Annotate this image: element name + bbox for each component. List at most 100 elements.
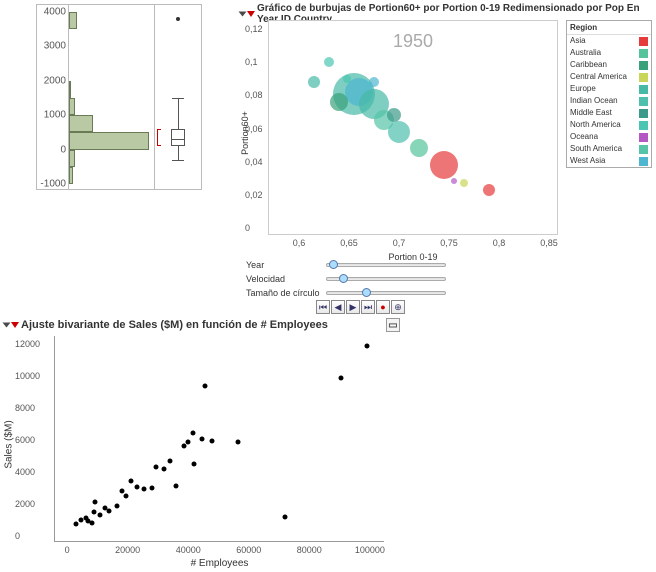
hist-ytick: 0	[60, 144, 66, 155]
scatter-header: Ajuste bivariante de Sales ($M) en funci…	[2, 316, 402, 334]
boxplot-area	[155, 5, 201, 189]
scatter-point[interactable]	[134, 484, 139, 489]
legend-row[interactable]: Caribbean	[567, 59, 651, 71]
bubble-ytick: 0,12	[245, 24, 263, 34]
scatter-point[interactable]	[174, 484, 179, 489]
scatter-point[interactable]	[181, 444, 186, 449]
scatter-point[interactable]	[210, 438, 215, 443]
scatter-plot-area[interactable]: # Employees Sales ($M) 02000040000600008…	[54, 336, 384, 542]
scatter-point[interactable]	[154, 464, 159, 469]
scatter-point[interactable]	[149, 485, 154, 490]
scatter-point[interactable]	[142, 486, 147, 491]
menu-icon[interactable]	[247, 11, 255, 17]
whisker-cap	[172, 98, 184, 99]
transport-button[interactable]: ●	[376, 300, 390, 314]
legend-row[interactable]: Asia	[567, 35, 651, 47]
transport-button[interactable]: ⊕	[391, 300, 405, 314]
transport-button[interactable]: ⏮	[316, 300, 330, 314]
scatter-point[interactable]	[161, 466, 166, 471]
scatter-point[interactable]	[364, 343, 369, 348]
scatter-point[interactable]	[128, 478, 133, 483]
scatter-point[interactable]	[119, 488, 124, 493]
bubble-point[interactable]	[308, 76, 320, 88]
scatter-point[interactable]	[190, 430, 195, 435]
scatter-point[interactable]	[98, 512, 103, 517]
transport-button[interactable]: ▶	[346, 300, 360, 314]
legend-label: West Asia	[570, 155, 605, 167]
legend-row[interactable]: Oceana	[567, 131, 651, 143]
bubble-point[interactable]	[387, 108, 401, 122]
transport-controls: ⏮◀▶⏭●⊕	[316, 300, 405, 314]
legend-row[interactable]: North America	[567, 119, 651, 131]
bubble-sliders: YearVelocidadTamaño de círculo	[246, 258, 446, 300]
scatter-point[interactable]	[107, 508, 112, 513]
slider-thumb[interactable]	[362, 288, 371, 297]
scatter-ytick: 8000	[15, 403, 35, 413]
legend-swatch	[639, 109, 648, 118]
legend-row[interactable]: Indian Ocean	[567, 95, 651, 107]
bracket	[157, 129, 161, 146]
median-line	[171, 139, 185, 140]
hist-bar	[69, 98, 75, 115]
histogram-boxplot-panel: -100001000200030004000	[36, 4, 202, 190]
transport-button[interactable]: ◀	[331, 300, 345, 314]
scatter-point[interactable]	[124, 493, 129, 498]
legend-row[interactable]: South America	[567, 143, 651, 155]
hist-ytick: -1000	[40, 179, 66, 190]
scatter-ytick: 4000	[15, 467, 35, 477]
menu-icon[interactable]	[11, 322, 19, 328]
slider-track[interactable]	[326, 277, 446, 281]
scatter-title: Ajuste bivariante de Sales ($M) en funci…	[21, 319, 328, 331]
bubble-point[interactable]	[460, 179, 468, 187]
scatter-point[interactable]	[92, 500, 97, 505]
hist-bar	[69, 132, 149, 149]
bubble-point[interactable]	[451, 178, 457, 184]
legend-swatch	[639, 157, 648, 166]
legend-row[interactable]: Central America	[567, 71, 651, 83]
scatter-point[interactable]	[283, 515, 288, 520]
config-icon[interactable]: ▭	[386, 318, 400, 332]
bubble-point[interactable]	[330, 93, 348, 111]
whisker	[178, 146, 179, 160]
bubble-point[interactable]	[483, 184, 495, 196]
legend-swatch	[639, 121, 648, 130]
scatter-point[interactable]	[199, 437, 204, 442]
bubble-point[interactable]	[430, 151, 458, 179]
slider-track[interactable]	[326, 291, 446, 295]
scatter-point[interactable]	[89, 521, 94, 526]
bubble-plot-area[interactable]: 1950 Portion 0-19 Portion60+ 0,60,650,70…	[268, 20, 558, 235]
legend-row[interactable]: West Asia	[567, 155, 651, 167]
slider-thumb[interactable]	[339, 274, 348, 283]
scatter-point[interactable]	[115, 504, 120, 509]
bubble-point[interactable]	[343, 75, 351, 83]
hist-ytick: 4000	[44, 6, 66, 17]
transport-button[interactable]: ⏭	[361, 300, 375, 314]
slider-thumb[interactable]	[329, 260, 338, 269]
scatter-point[interactable]	[236, 440, 241, 445]
legend-swatch	[639, 133, 648, 142]
scatter-point[interactable]	[339, 376, 344, 381]
slider-label: Velocidad	[246, 274, 320, 284]
bubble-point[interactable]	[388, 121, 410, 143]
bubble-point[interactable]	[410, 139, 428, 157]
legend-row[interactable]: Europe	[567, 83, 651, 95]
hist-y-axis: -100001000200030004000	[37, 5, 69, 189]
legend-swatch	[639, 61, 648, 70]
legend-row[interactable]: Australia	[567, 47, 651, 59]
disclosure-icon[interactable]	[3, 323, 11, 328]
scatter-point[interactable]	[202, 384, 207, 389]
region-legend: Region AsiaAustraliaCaribbeanCentral Ame…	[566, 20, 652, 168]
hist-ytick: 2000	[44, 75, 66, 86]
legend-row[interactable]: Middle East	[567, 107, 651, 119]
bubble-point[interactable]	[324, 57, 334, 67]
disclosure-icon[interactable]	[239, 12, 247, 17]
scatter-point[interactable]	[168, 459, 173, 464]
scatter-point[interactable]	[186, 440, 191, 445]
scatter-point[interactable]	[74, 522, 79, 527]
slider-label: Year	[246, 260, 320, 270]
scatter-point[interactable]	[192, 461, 197, 466]
legend-swatch	[639, 145, 648, 154]
scatter-point[interactable]	[91, 510, 96, 515]
bubble-point[interactable]	[369, 77, 379, 87]
slider-track[interactable]	[326, 263, 446, 267]
